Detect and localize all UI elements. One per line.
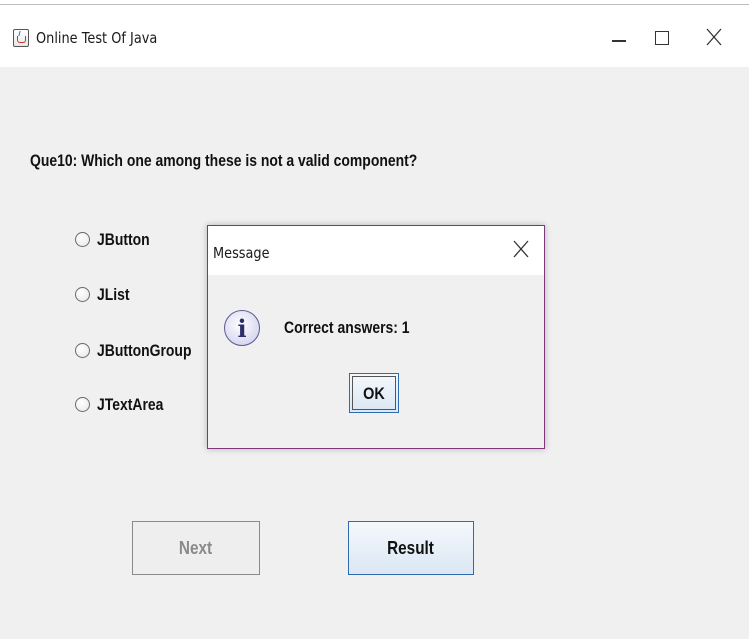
option-label: JTextArea [97, 395, 164, 414]
result-button-label: Result [387, 538, 435, 558]
close-icon [513, 240, 529, 258]
window-title: Online Test Of Java [36, 29, 158, 47]
question-text: Que10: Which one among these is not a va… [30, 151, 418, 170]
minimize-icon [612, 40, 626, 42]
ok-button[interactable]: OK [349, 373, 399, 413]
radio-button[interactable] [75, 287, 90, 302]
option-label: JButton [97, 230, 150, 249]
close-icon [706, 28, 722, 46]
java-cup-icon[interactable] [13, 29, 29, 47]
maximize-icon [655, 31, 669, 45]
maximize-button[interactable] [640, 19, 686, 55]
message-dialog: Message i Correct answers: 1 OK [207, 225, 545, 449]
close-button[interactable] [688, 19, 734, 55]
next-button[interactable]: Next [132, 521, 260, 575]
dialog-titlebar: Message [208, 226, 544, 275]
dialog-close-button[interactable] [513, 240, 529, 263]
ok-button-label: OK [363, 384, 385, 403]
dialog-title: Message [213, 244, 270, 262]
radio-button[interactable] [75, 232, 90, 247]
main-window: Online Test Of Java Que10: Which one amo… [0, 5, 749, 639]
window-titlebar: Online Test Of Java [0, 5, 749, 67]
result-button[interactable]: Result [348, 521, 474, 575]
radio-button[interactable] [75, 343, 90, 358]
focus-ring: OK [352, 376, 396, 410]
next-button-label: Next [179, 538, 213, 558]
information-icon-glyph: i [237, 314, 247, 343]
information-icon: i [224, 310, 260, 346]
dialog-message: Correct answers: 1 [284, 318, 410, 337]
minimize-button[interactable] [594, 19, 640, 55]
radio-button[interactable] [75, 397, 90, 412]
option-label: JButtonGroup [97, 341, 192, 360]
option-label: JList [97, 285, 130, 304]
